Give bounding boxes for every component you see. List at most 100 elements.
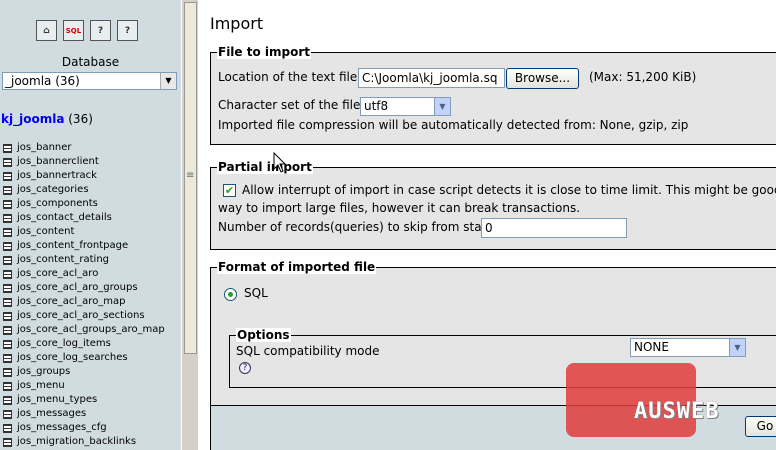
table-list-item[interactable]: jos_core_log_items xyxy=(3,337,165,351)
table-list-item[interactable]: jos_core_acl_aro_map xyxy=(3,295,165,309)
table-list-item[interactable]: jos_content_rating xyxy=(3,253,165,267)
table-icon[interactable] xyxy=(3,143,12,153)
file-to-import-legend: File to import xyxy=(217,45,312,59)
table-icon[interactable] xyxy=(3,325,12,335)
grip-icon[interactable]: ≡ xyxy=(186,170,194,181)
table-list-item[interactable]: jos_contact_details xyxy=(3,211,165,225)
table-name[interactable]: jos_bannertrack xyxy=(17,169,97,183)
table-list-item[interactable]: jos_core_acl_aro_groups xyxy=(3,281,165,295)
table-name[interactable]: jos_groups xyxy=(17,365,70,379)
table-icon[interactable] xyxy=(3,185,12,195)
table-name[interactable]: jos_core_acl_aro xyxy=(17,267,98,281)
browse-button[interactable]: Browse... xyxy=(506,68,579,89)
table-name[interactable]: jos_core_acl_aro_sections xyxy=(17,309,145,323)
table-list-item[interactable]: jos_core_acl_aro xyxy=(3,267,165,281)
table-name[interactable]: jos_banner xyxy=(17,141,72,155)
table-list-item[interactable]: jos_migration_backlinks xyxy=(3,435,165,449)
table-icon[interactable] xyxy=(3,381,12,391)
table-list-item[interactable]: jos_components xyxy=(3,197,165,211)
table-icon[interactable] xyxy=(3,339,12,349)
table-icon[interactable] xyxy=(3,437,12,447)
file-path-input[interactable]: C:\Joomla\kj_joomla.sq xyxy=(358,68,505,88)
table-name[interactable]: jos_core_acl_groups_aro_map xyxy=(17,323,165,337)
format-legend: Format of imported file xyxy=(217,260,377,274)
options-legend: Options xyxy=(236,328,291,342)
sql-radio[interactable] xyxy=(224,288,237,301)
table-icon[interactable] xyxy=(3,311,12,321)
table-icon[interactable] xyxy=(3,157,12,167)
table-name[interactable]: jos_content_frontpage xyxy=(17,239,128,253)
sql-icon[interactable]: SQL xyxy=(63,20,84,41)
table-name[interactable]: jos_menu xyxy=(17,379,65,393)
table-name[interactable]: jos_messages xyxy=(17,407,86,421)
allow-interrupt-checkbox[interactable]: ✔ xyxy=(223,184,236,197)
table-icon[interactable] xyxy=(3,297,12,307)
table-list-item[interactable]: jos_bannerclient xyxy=(3,155,165,169)
chevron-down-icon[interactable]: ▼ xyxy=(160,73,176,89)
table-name[interactable]: jos_core_log_items xyxy=(17,337,111,351)
table-name[interactable]: jos_contact_details xyxy=(17,211,112,225)
table-icon[interactable] xyxy=(3,283,12,293)
docs-icon[interactable]: ? xyxy=(90,20,111,41)
database-select[interactable]: _joomla (36) ▼ xyxy=(2,72,177,90)
allow-interrupt-label-line1: Allow interrupt of import in case script… xyxy=(242,183,776,197)
table-icon[interactable] xyxy=(3,423,12,433)
table-list-item[interactable]: jos_core_acl_groups_aro_map xyxy=(3,323,165,337)
table-list-item[interactable]: jos_groups xyxy=(3,365,165,379)
table-list-item[interactable]: jos_content_frontpage xyxy=(3,239,165,253)
table-name[interactable]: jos_content_rating xyxy=(17,253,109,267)
home-icon[interactable]: ⌂ xyxy=(36,20,57,41)
help-icon[interactable]: ? xyxy=(239,362,251,374)
table-list-item[interactable]: jos_messages xyxy=(3,407,165,421)
sql-radio-label: SQL xyxy=(244,286,268,300)
charset-select[interactable]: utf8 ▼ xyxy=(360,97,451,116)
table-list-item[interactable]: jos_bannertrack xyxy=(3,169,165,183)
table-name[interactable]: jos_migration_backlinks xyxy=(17,435,136,449)
max-size-label: (Max: 51,200 KiB) xyxy=(589,70,697,84)
skip-records-label: Number of records(queries) to skip from … xyxy=(218,220,492,234)
go-button[interactable]: Go xyxy=(745,416,776,437)
compat-mode-value: NONE xyxy=(634,340,669,354)
query-icon[interactable]: ? xyxy=(117,20,138,41)
table-name[interactable]: jos_core_acl_aro_map xyxy=(17,295,126,309)
table-name[interactable]: jos_core_log_searches xyxy=(17,351,128,365)
table-name[interactable]: jos_bannerclient xyxy=(17,155,99,169)
table-name[interactable]: jos_menu_types xyxy=(17,393,97,407)
table-icon[interactable] xyxy=(3,395,12,405)
compression-note: Imported file compression will be automa… xyxy=(218,118,689,132)
table-icon[interactable] xyxy=(3,227,12,237)
chevron-down-icon[interactable]: ▼ xyxy=(434,98,450,115)
compat-mode-select[interactable]: NONE ▼ xyxy=(630,338,746,357)
table-name[interactable]: jos_content xyxy=(17,225,74,239)
table-icon[interactable] xyxy=(3,199,12,209)
table-list-item[interactable]: jos_menu xyxy=(3,379,165,393)
table-list-item[interactable]: jos_categories xyxy=(3,183,165,197)
database-select-value: _joomla (36) xyxy=(5,74,80,88)
table-list-item[interactable]: jos_messages_cfg xyxy=(3,421,165,435)
table-list-item[interactable]: jos_core_log_searches xyxy=(3,351,165,365)
table-name[interactable]: jos_messages_cfg xyxy=(17,421,107,435)
table-list-item[interactable]: jos_banner xyxy=(3,141,165,155)
chevron-down-icon[interactable]: ▼ xyxy=(729,339,745,356)
table-icon[interactable] xyxy=(3,255,12,265)
file-to-import-section: File to import Location of the text file… xyxy=(210,45,776,145)
allow-interrupt-label-line2: way to import large files, however it ca… xyxy=(218,201,581,215)
table-icon[interactable] xyxy=(3,353,12,363)
table-icon[interactable] xyxy=(3,241,12,251)
table-list-item[interactable]: jos_core_acl_aro_sections xyxy=(3,309,165,323)
table-icon[interactable] xyxy=(3,409,12,419)
table-name[interactable]: jos_categories xyxy=(17,183,89,197)
database-link[interactable]: kj_joomla xyxy=(1,112,64,126)
table-name[interactable]: jos_components xyxy=(17,197,98,211)
table-icon[interactable] xyxy=(3,367,12,377)
table-icon[interactable] xyxy=(3,171,12,181)
table-list-item[interactable]: jos_menu_types xyxy=(3,393,165,407)
table-name[interactable]: jos_core_acl_aro_groups xyxy=(17,281,138,295)
nav-icon-bar: ⌂ SQL ? ? xyxy=(36,20,138,41)
table-list-item[interactable]: jos_content xyxy=(3,225,165,239)
nav-scrollbar[interactable]: ≡ xyxy=(181,0,198,450)
database-table-count: (36) xyxy=(68,112,93,126)
table-icon[interactable] xyxy=(3,213,12,223)
skip-records-input[interactable]: 0 xyxy=(481,218,627,238)
table-icon[interactable] xyxy=(3,269,12,279)
